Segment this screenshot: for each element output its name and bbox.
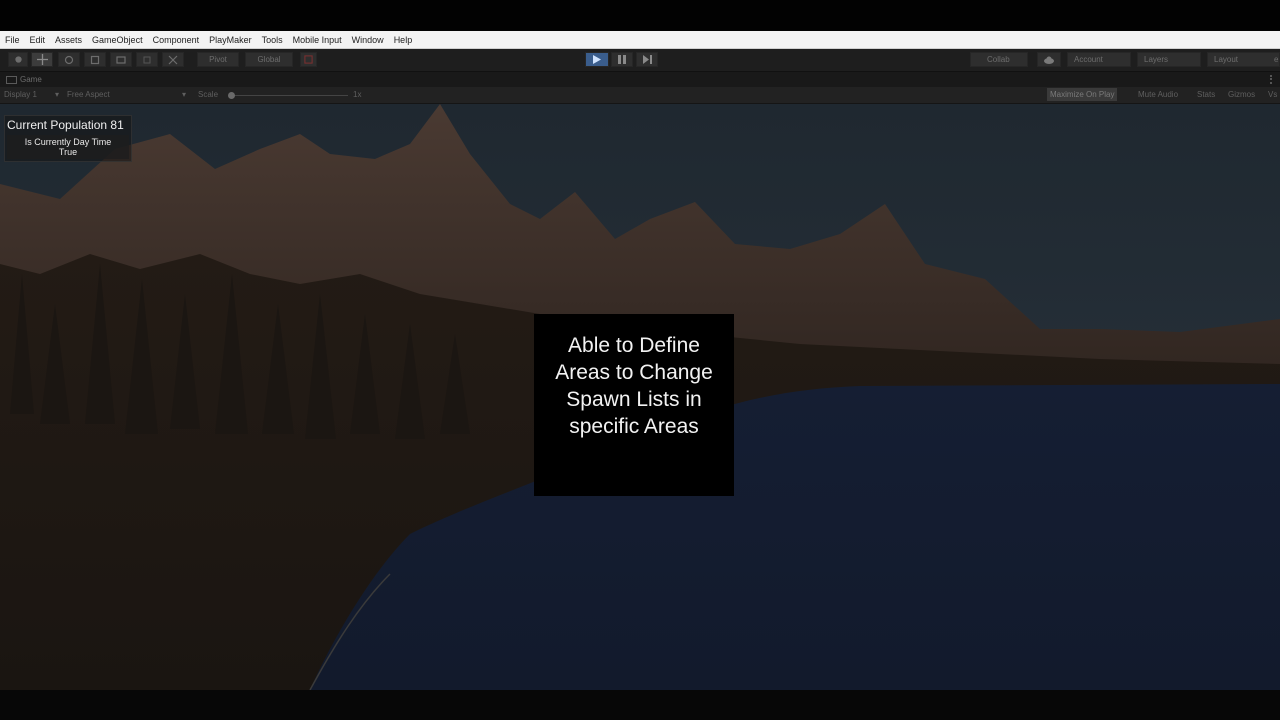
account-label: Account [1074,55,1103,64]
scale-value: 1x [353,90,362,99]
layout-label-overflow: e [1274,55,1279,64]
pause-button[interactable] [611,52,633,67]
tab-game[interactable]: Game [2,73,56,86]
tab-menu-icon[interactable] [1270,75,1274,84]
stats-toggle[interactable]: Stats [1197,90,1215,99]
maximize-on-play-toggle[interactable]: Maximize On Play [1047,88,1118,101]
display-dropdown-arrow-icon[interactable]: ▾ [55,90,59,99]
scale-slider-handle[interactable] [228,92,235,99]
cloud-button[interactable] [1037,52,1061,67]
pivot-toggle[interactable]: Pivot [197,52,239,67]
global-toggle[interactable]: Global [245,52,293,67]
mute-audio-toggle[interactable]: Mute Audio [1138,90,1178,99]
layout-dropdown[interactable]: Layout e [1207,52,1280,67]
caption-line: Areas to Change [555,361,713,384]
step-icon [642,55,652,64]
video-letterbox-top [0,0,1280,31]
scale-icon [90,55,100,64]
layout-label: Layout [1214,55,1239,64]
caption-line: specific Areas [569,415,699,438]
transform-icon [143,56,151,63]
rect-icon [116,55,126,64]
transform-tool-button[interactable] [136,52,158,67]
menu-playmaker[interactable]: PlayMaker [204,35,257,45]
tab-game-label: Game [20,75,42,84]
daytime-value: True [58,147,78,157]
collab-dropdown[interactable]: Collab [970,52,1028,67]
wrench-icon [168,55,178,64]
aspect-dropdown-arrow-icon[interactable]: ▾ [182,90,186,99]
vsync-toggle[interactable]: Vs [1268,90,1277,99]
menu-component[interactable]: Component [148,35,205,45]
scale-slider-track[interactable] [232,95,348,96]
main-toolbar: Pivot Global Collab Account Layers Layou… [0,49,1280,72]
grid-snap-button[interactable] [300,52,317,67]
move-tool-button[interactable] [31,52,53,67]
aspect-dropdown[interactable]: Free Aspect [67,90,110,99]
menu-assets[interactable]: Assets [50,35,87,45]
account-dropdown[interactable]: Account [1067,52,1131,67]
scale-tool-button[interactable] [84,52,106,67]
caption-line: Spawn Lists in [566,388,702,411]
play-icon [593,55,601,64]
play-button[interactable] [585,52,609,67]
feature-caption-box: Able to Define Areas to Change Spawn Lis… [534,314,734,496]
layers-label: Layers [1144,55,1169,64]
menu-help[interactable]: Help [389,35,418,45]
rotate-icon [64,55,74,64]
cloud-icon [1044,56,1054,64]
menu-tools[interactable]: Tools [257,35,288,45]
daytime-indicator: Is Currently Day Time True [7,135,129,159]
rect-tool-button[interactable] [110,52,132,67]
custom-tool-button[interactable] [162,52,184,67]
menu-edit[interactable]: Edit [25,35,51,45]
move-icon [36,54,48,65]
grid-icon [304,55,313,64]
gamepad-icon [6,75,17,84]
collab-label: Collab [987,55,1010,64]
pause-icon [618,55,626,64]
rotate-tool-button[interactable] [58,52,80,67]
menu-window[interactable]: Window [347,35,389,45]
population-hud-panel: Current Population 81 Is Currently Day T… [4,115,132,162]
global-label: Global [257,55,281,64]
video-letterbox-bottom [0,690,1280,720]
daytime-label: Is Currently Day Time [24,137,112,147]
gizmos-dropdown[interactable]: Gizmos [1228,90,1255,99]
menu-gameobject[interactable]: GameObject [87,35,148,45]
pivot-label: Pivot [209,55,227,64]
menu-bar: File Edit Assets GameObject Component Pl… [0,31,1280,49]
game-tab-row: Game [0,72,1280,87]
hand-tool-button[interactable] [8,52,28,67]
menu-mobile-input[interactable]: Mobile Input [288,35,347,45]
step-button[interactable] [636,52,658,67]
scale-label: Scale [198,90,219,99]
game-view-toolbar: Display 1 ▾ Free Aspect ▾ Scale 1x Maxim… [0,87,1280,104]
hand-icon [14,56,22,63]
caption-line: Able to Define [568,334,700,357]
current-population-label: Current Population 81 [7,118,124,132]
layers-dropdown[interactable]: Layers [1137,52,1201,67]
menu-file[interactable]: File [0,35,25,45]
display-dropdown[interactable]: Display 1 [4,90,37,99]
